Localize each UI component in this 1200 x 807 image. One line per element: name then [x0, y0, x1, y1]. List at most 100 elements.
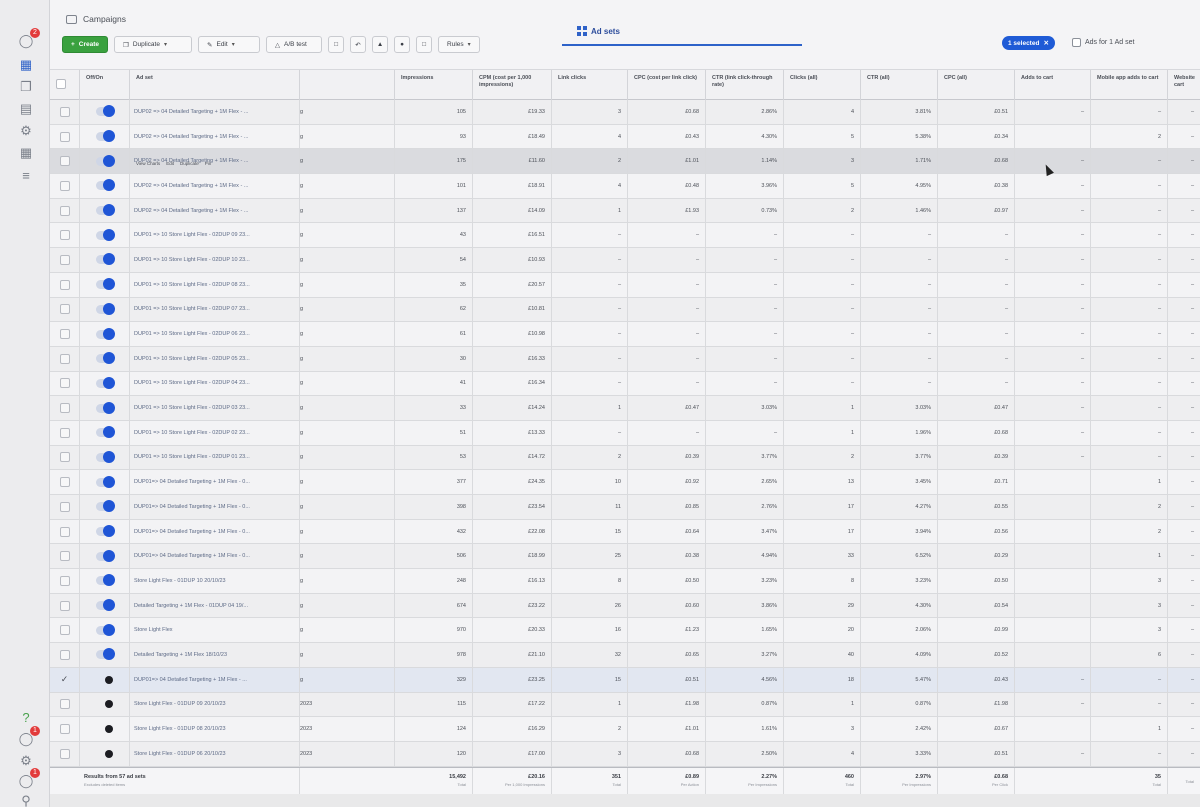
breadcrumb-campaigns[interactable]: Campaigns — [83, 14, 126, 24]
inactive-dot-icon[interactable] — [105, 675, 113, 684]
on-off-cell[interactable] — [80, 667, 130, 692]
toggle-switch[interactable] — [95, 376, 115, 389]
table-row[interactable]: DUP01 => 10 Store Light Flex - 02DUP 03 … — [50, 396, 1200, 421]
table-row[interactable]: DUP01=> 04 Detailed Targeting + 1M Flex … — [50, 495, 1200, 520]
toggle-switch[interactable] — [95, 352, 115, 365]
on-off-cell[interactable] — [80, 544, 130, 569]
toggle-switch[interactable] — [95, 278, 115, 291]
toggle-switch[interactable] — [95, 327, 115, 340]
toggle-switch[interactable] — [95, 574, 115, 587]
ad-set-name[interactable]: DUP01=> 04 Detailed Targeting + 1M Flex … — [130, 519, 300, 544]
row-checkbox[interactable] — [50, 593, 80, 618]
on-off-cell[interactable] — [80, 569, 130, 593]
on-off-cell[interactable] — [80, 149, 130, 174]
table-row[interactable]: DUP01 => 10 Store Light Flex - 02DUP 02 … — [50, 420, 1200, 446]
inactive-dot-icon[interactable] — [105, 700, 113, 709]
table-row[interactable]: DUP01=> 04 Detailed Targeting + 1M Flex … — [50, 544, 1200, 570]
column-header-impressions[interactable]: Impressions — [395, 70, 473, 100]
column-header-cpc-all[interactable]: CPC (all) — [938, 70, 1015, 100]
menu-icon[interactable]: ≡ — [16, 166, 36, 184]
row-checkbox[interactable]: ✓ — [50, 667, 80, 692]
table-row[interactable]: DUP01 => 10 Store Light Flex - 02DUP 06 … — [50, 322, 1200, 347]
table-row[interactable]: Store Light Flex - 01DUP 06 20/10/23 2023… — [50, 741, 1200, 767]
calendar-icon[interactable]: ▦ — [16, 56, 36, 74]
ad-set-name[interactable]: DUP01 => 10 Store Light Flex - 02DUP 02 … — [130, 420, 300, 445]
ad-set-name[interactable]: DUP02 => 04 Detailed Targeting + 1M Flex… — [130, 198, 300, 223]
row-checkbox[interactable] — [50, 445, 80, 470]
audience-icon[interactable]: ▤ — [16, 100, 36, 118]
table-row[interactable]: DUP01 => 10 Store Light Flex - 02DUP 10 … — [50, 248, 1200, 273]
toggle-switch[interactable] — [95, 549, 115, 562]
on-off-cell[interactable] — [80, 420, 130, 445]
ad-set-name[interactable]: DUP01=> 04 Detailed Targeting + 1M Flex … — [130, 667, 300, 692]
on-off-cell[interactable] — [80, 346, 130, 371]
billing-icon[interactable]: ▦ — [16, 144, 36, 162]
toggle-switch[interactable] — [95, 525, 115, 538]
help-icon[interactable]: ? — [16, 708, 36, 726]
row-checkbox[interactable] — [50, 618, 80, 643]
ab-test-button[interactable]: △ A/B test — [266, 36, 323, 53]
ad-set-name[interactable]: DUP01 => 10 Store Light Flex - 02DUP 04 … — [130, 371, 300, 396]
column-header-mobile-adds[interactable]: Mobile app adds to cart — [1091, 70, 1168, 100]
toggle-switch[interactable] — [95, 105, 115, 118]
column-header-ctr-all[interactable]: CTR (all) — [861, 70, 938, 100]
table-row[interactable]: DUP02 => 04 Detailed Targeting + 1M Flex… — [50, 198, 1200, 224]
ad-set-name[interactable]: DUP01=> 04 Detailed Targeting + 1M Flex … — [130, 544, 300, 569]
column-header-ad-set[interactable]: Ad set — [130, 70, 300, 100]
ad-set-name[interactable]: Store Light Flex - 01DUP 06 20/10/23 — [130, 741, 300, 766]
on-off-cell[interactable] — [80, 692, 130, 717]
on-off-cell[interactable] — [80, 495, 130, 519]
toggle-switch[interactable] — [95, 204, 115, 217]
rules-button[interactable]: Rules ▾ — [438, 36, 480, 53]
on-off-cell[interactable] — [80, 322, 130, 346]
row-checkbox[interactable] — [50, 495, 80, 519]
toggle-switch[interactable] — [95, 302, 115, 315]
ad-set-name[interactable]: DUP01 => 10 Store Light Flex - 02DUP 05 … — [130, 346, 300, 371]
toggle-switch[interactable] — [95, 623, 115, 636]
table-row[interactable]: Detailed Targeting + 1M Flex - 01DUP 04 … — [50, 593, 1200, 619]
table-row[interactable]: ✓ DUP01=> 04 Detailed Targeting + 1M Flex… — [50, 667, 1200, 693]
on-off-cell[interactable] — [80, 396, 130, 420]
table-row[interactable]: DUP01=> 04 Detailed Targeting + 1M Flex … — [50, 470, 1200, 495]
row-checkbox[interactable] — [50, 692, 80, 717]
view-charts-link[interactable]: View Charts — [136, 161, 160, 166]
table-row[interactable]: Store Light Flex - 01DUP 09 20/10/23 2023… — [50, 692, 1200, 718]
table-row[interactable]: DUP01 => 10 Store Light Flex - 02DUP 07 … — [50, 297, 1200, 323]
on-off-cell[interactable] — [80, 198, 130, 223]
ad-set-name[interactable]: DUP01 => 10 Store Light Flex - 02DUP 08 … — [130, 272, 300, 297]
table-row[interactable]: DUP02 => 04 Detailed Targeting + 1M Flex… — [50, 174, 1200, 199]
ad-set-name[interactable]: DUP02 => 04 Detailed Targeting + 1M Flex… — [130, 100, 300, 124]
column-header-delivery[interactable] — [300, 70, 395, 100]
on-off-cell[interactable] — [80, 100, 130, 124]
ad-set-name[interactable]: Store Light Flex - 01DUP 10 20/10/23 — [130, 569, 300, 593]
row-checkbox[interactable] — [50, 272, 80, 297]
bell-icon[interactable]: ◯ 1 — [16, 768, 40, 790]
row-checkbox[interactable] — [50, 198, 80, 223]
column-header-clicks-all[interactable]: Clicks (all) — [784, 70, 861, 100]
table-row[interactable]: Store Light Flex - 01DUP 10 20/10/23 g 248… — [50, 569, 1200, 594]
table-row[interactable]: Store Light Flex - 01DUP 08 20/10/23 2023… — [50, 717, 1200, 742]
on-off-cell[interactable] — [80, 618, 130, 643]
notifications-icon[interactable]: ◯ 2 — [16, 28, 40, 50]
on-off-cell[interactable] — [80, 124, 130, 149]
ad-set-name[interactable]: DUP01=> 04 Detailed Targeting + 1M Flex … — [130, 495, 300, 519]
undo-icon[interactable]: ↶ — [350, 36, 367, 53]
toggle-switch[interactable] — [95, 500, 115, 513]
column-header-link-clicks[interactable]: Link clicks — [552, 70, 628, 100]
trash-icon[interactable]: ▲ — [372, 36, 389, 53]
ad-set-name[interactable]: DUP01 => 10 Store Light Flex - 02DUP 09 … — [130, 223, 300, 248]
search-icon[interactable]: ⚲ — [16, 792, 36, 807]
table-row[interactable]: DUP01 => 10 Store Light Flex - 02DUP 08 … — [50, 272, 1200, 298]
row-checkbox[interactable] — [50, 717, 80, 741]
row-checkbox[interactable] — [50, 297, 80, 322]
row-checkbox[interactable] — [50, 470, 80, 494]
ad-set-name[interactable]: DUP02 => 04 Detailed Targeting + 1M Flex… — [130, 124, 300, 149]
settings-icon[interactable]: ⚙ — [16, 122, 36, 140]
row-checkbox[interactable] — [50, 248, 80, 272]
ad-set-name[interactable]: Store Light Flex — [130, 618, 300, 643]
toggle-switch[interactable] — [95, 179, 115, 192]
close-icon[interactable]: ✕ — [1043, 39, 1048, 47]
row-checkbox[interactable] — [50, 643, 80, 667]
meta-logo[interactable] — [14, 0, 36, 6]
row-checkbox[interactable] — [50, 544, 80, 569]
